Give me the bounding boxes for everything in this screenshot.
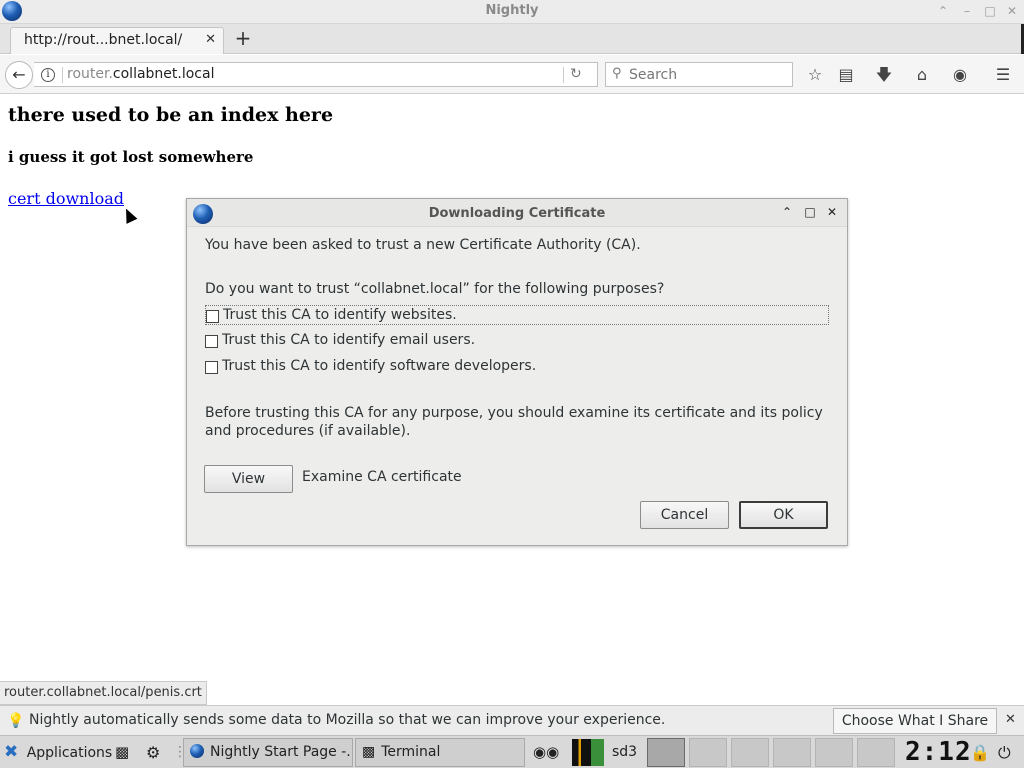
workspace-2[interactable] [689,738,727,767]
tab-title: http://rout...bnet.local/ [24,32,183,48]
workspace-label: sd3 [612,744,638,760]
dialog-intro-text: You have been asked to trust a new Certi… [205,237,641,253]
cert-download-link[interactable]: cert download [8,189,124,208]
dialog-question-text: Do you want to trust “collabnet.local” f… [205,281,665,297]
url-separator-right [563,67,564,83]
download-certificate-dialog: Downloading Certificate ⌃ □ ✕ You have b… [186,198,848,546]
xfce-logo-icon: ✖ [4,742,19,762]
tab-active[interactable]: http://rout...bnet.local/ ✕ [10,27,224,54]
back-button[interactable]: ← [5,61,33,89]
checkbox-box[interactable] [205,361,218,374]
window-maximize-button[interactable]: □ [982,3,998,19]
checkbox-label: Trust this CA to identify software devel… [222,358,537,374]
trust-websites-checkbox[interactable]: Trust this CA to identify websites. [205,305,829,325]
terminal-icon: ▩ [362,744,376,760]
checkbox-label: Trust this CA to identify email users. [222,332,476,348]
url-bar[interactable]: i router.collabnet.local ↻ [34,62,598,87]
search-input[interactable] [629,65,787,84]
notification-message: Nightly automatically sends some data to… [29,712,666,728]
tab-close-icon[interactable]: ✕ [205,32,216,47]
new-tab-button[interactable]: + [232,27,254,49]
checkbox-box[interactable] [205,335,218,348]
url-domain: collabnet.local [112,66,215,82]
window-close-button[interactable]: ✕ [1004,3,1020,19]
notification-bar: 💡 Nightly automatically sends some data … [0,705,1024,735]
notification-close-icon[interactable]: ✕ [1005,712,1016,727]
pocket-icon[interactable]: ◉ [949,64,971,86]
dialog-close-icon[interactable]: ✕ [825,205,839,219]
page-heading: there used to be an index here [8,104,334,126]
tab-strip: http://rout...bnet.local/ ✕ + [0,24,1024,54]
applications-menu[interactable]: ✖ Applications [4,738,112,767]
trust-email-checkbox[interactable]: Trust this CA to identify email users. [205,331,505,351]
window-minimize-button[interactable]: – [959,3,975,19]
dialog-maximize-icon[interactable]: □ [803,205,817,219]
reload-icon[interactable]: ↻ [570,66,582,82]
dialog-titlebar: Downloading Certificate ⌃ □ ✕ [187,199,847,227]
site-info-icon[interactable]: i [41,68,55,82]
trust-software-checkbox[interactable]: Trust this CA to identify software devel… [205,357,545,377]
workspace-3[interactable] [731,738,769,767]
view-certificate-button[interactable]: View [204,465,293,493]
window-title: Nightly [485,3,539,18]
window-minimize-up-icon[interactable]: ⌃ [935,3,951,19]
system-monitor-icon [572,739,604,766]
lightbulb-icon: 💡 [7,713,25,729]
task-label: Terminal [381,744,441,760]
eyes-applet-icon: ◉◉ [533,743,560,761]
view-caption: Examine CA certificate [302,469,462,485]
url-separator [62,67,63,83]
choose-what-i-share-button[interactable]: Choose What I Share [833,708,997,734]
workspace-1[interactable] [647,738,685,767]
taskbar: ✖ Applications ▩ ⚙ ⋮ Nightly Start Page … [0,735,1024,768]
hamburger-menu-icon[interactable]: ☰ [992,64,1014,86]
web-browser-launcher-icon[interactable]: ⚙ [146,738,168,767]
terminal-launcher-icon[interactable]: ▩ [115,738,137,767]
nightly-globe-icon [190,744,204,758]
workspace-4[interactable] [773,738,811,767]
window-titlebar: Nightly ⌃ – □ ✕ [0,0,1024,24]
navigation-toolbar: ← i router.collabnet.local ↻ ⚲ ☆ ▤ 🡇 ⌂ ◉… [0,55,1024,94]
dialog-warning-text: Before trusting this CA for any purpose,… [205,405,823,439]
status-hover-url: router.collabnet.local/penis.crt [0,681,207,705]
launcher-separator: ⋮ [173,744,187,760]
task-terminal[interactable]: ▩ Terminal [355,738,525,767]
clock: 2:12 [905,737,972,767]
home-icon[interactable]: ⌂ [911,64,933,86]
dialog-title: Downloading Certificate [428,206,606,221]
lock-icon[interactable]: 🔒 [970,738,990,767]
downloads-icon[interactable]: 🡇 [873,64,895,86]
cancel-button[interactable]: Cancel [640,501,729,529]
applications-label: Applications [26,745,113,761]
search-bar[interactable]: ⚲ [605,62,793,87]
ok-button[interactable]: OK [739,501,828,529]
task-label: Nightly Start Page -... [210,744,353,760]
bookmarks-list-icon[interactable]: ▤ [835,64,857,86]
bookmark-star-icon[interactable]: ☆ [804,64,826,86]
page-subheading: i guess it got lost somewhere [8,148,254,166]
power-icon[interactable]: ⏻ [998,738,1020,767]
search-icon: ⚲ [612,66,622,81]
url-prefix: router. [67,66,113,82]
checkbox-label: Trust this CA to identify websites. [223,307,457,323]
dialog-minimize-icon[interactable]: ⌃ [780,205,794,219]
task-nightly[interactable]: Nightly Start Page -... [183,738,353,767]
workspace-5[interactable] [815,738,853,767]
workspace-6[interactable] [857,738,895,767]
url-text[interactable]: router.collabnet.local [67,66,214,82]
checkbox-box[interactable] [206,310,219,323]
